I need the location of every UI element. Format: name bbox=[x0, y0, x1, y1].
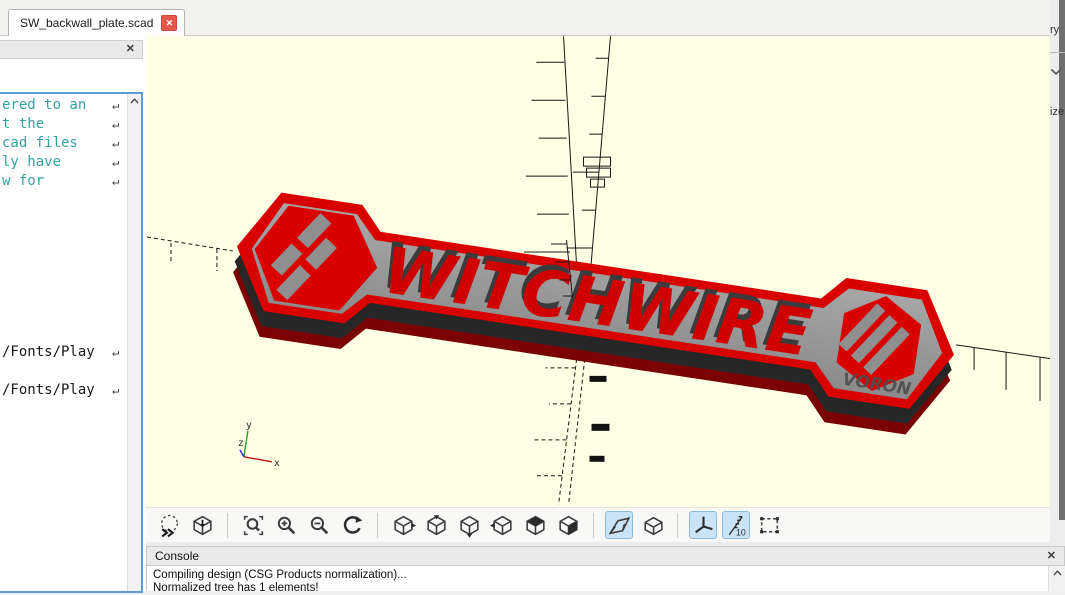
view-left-icon bbox=[490, 513, 515, 538]
toolbar-separator bbox=[677, 513, 678, 538]
end-of-line-icon: ↵ bbox=[112, 115, 119, 134]
zoom-all-icon bbox=[241, 513, 266, 538]
view-all-button[interactable] bbox=[155, 511, 183, 539]
toolbar-separator bbox=[377, 513, 378, 538]
view-orthogonal-button[interactable] bbox=[638, 511, 666, 539]
editor-code-lines[interactable]: ered to an ↵ t the ↵ cad files ↵ ly have ↵ w for… bbox=[0, 96, 127, 591]
console-line: Normalized tree has 1 elements! bbox=[153, 582, 1065, 595]
model-switchwire-plate[interactable]: WITCHWIRE WITCHWIRE VORON bbox=[224, 187, 963, 440]
editor-line-text: /Fonts/Play bbox=[2, 382, 95, 398]
editor-line[interactable]: w for ↵ bbox=[2, 172, 132, 191]
zoom-in-button[interactable] bbox=[272, 511, 300, 539]
editor-line[interactable]: ly have ↵ bbox=[2, 153, 132, 172]
editor-dock: ✕ ered to an↵t the↵cad files↵ly have↵w f… bbox=[0, 36, 146, 591]
rotate-reset-button[interactable] bbox=[338, 511, 366, 539]
svg-text:10: 10 bbox=[735, 527, 745, 537]
view-top-button[interactable] bbox=[422, 511, 450, 539]
toolbar-separator bbox=[227, 513, 228, 538]
tab-label: SW_backwall_plate.scad bbox=[20, 16, 153, 30]
view-right-button[interactable] bbox=[389, 511, 417, 539]
perspective-icon bbox=[607, 513, 632, 538]
end-of-line-icon: ↵ bbox=[112, 134, 119, 153]
show-edges-button[interactable] bbox=[755, 511, 783, 539]
view-front-button[interactable] bbox=[521, 511, 549, 539]
view-front-icon bbox=[523, 513, 548, 538]
zoom-in-icon bbox=[274, 513, 299, 538]
scale-markers-icon: 10 bbox=[724, 513, 749, 538]
scroll-up-icon[interactable] bbox=[1053, 570, 1062, 576]
reset-view-icon bbox=[190, 513, 215, 538]
axes-icon bbox=[691, 513, 716, 538]
console-close-icon[interactable]: ✕ bbox=[1047, 551, 1056, 562]
view-top-icon bbox=[424, 513, 449, 538]
gizmo-z-label: z bbox=[238, 438, 244, 449]
gizmo-y-label: y bbox=[246, 420, 252, 431]
console-title: Console bbox=[155, 549, 199, 563]
orthogonal-icon bbox=[640, 513, 665, 538]
console-lines: Compiling design (CSG Products normaliza… bbox=[153, 569, 1065, 595]
editor-line[interactable]: /Fonts/Play ↵ bbox=[2, 381, 132, 400]
origin-gizmo: x y z bbox=[238, 420, 280, 469]
zoom-all-button[interactable] bbox=[239, 511, 267, 539]
tab-sw-backwall-plate[interactable]: SW_backwall_plate.scad ✕ bbox=[8, 9, 185, 36]
view-bottom-icon bbox=[457, 513, 482, 538]
end-of-line-icon: ↵ bbox=[112, 153, 119, 172]
reset-view-button[interactable] bbox=[188, 511, 216, 539]
console-log[interactable]: Compiling design (CSG Products normaliza… bbox=[146, 566, 1065, 591]
show-scale-markers-button[interactable]: 10 bbox=[722, 511, 750, 539]
view-right-icon bbox=[391, 513, 416, 538]
end-of-line-icon: ↵ bbox=[112, 172, 119, 191]
right-panel-edge bbox=[1059, 0, 1065, 520]
console-titlebar: Console ✕ bbox=[146, 546, 1065, 566]
editor-line[interactable]: /Fonts/Play ↵ bbox=[2, 343, 132, 362]
editor-line[interactable]: t the ↵ bbox=[2, 115, 132, 134]
end-of-line-icon: ↵ bbox=[112, 343, 119, 362]
editor-line-text: ly have bbox=[2, 154, 61, 170]
editor-line-text: cad files bbox=[2, 135, 78, 151]
editor-line-text: w for bbox=[2, 173, 44, 189]
gizmo-x-label: x bbox=[274, 458, 280, 469]
toolbar-separator bbox=[593, 513, 594, 538]
console-scrollbar[interactable] bbox=[1048, 566, 1065, 591]
right-panel-separator bbox=[1050, 52, 1065, 53]
view-bottom-button[interactable] bbox=[455, 511, 483, 539]
edges-icon bbox=[757, 513, 782, 538]
editor-line[interactable]: cad files ↵ bbox=[2, 134, 132, 153]
chevron-down-icon[interactable] bbox=[1050, 68, 1062, 76]
viewport-toolbar: 10 bbox=[146, 507, 1052, 542]
editor-line[interactable]: ered to an ↵ bbox=[2, 96, 132, 115]
end-of-line-icon: ↵ bbox=[112, 96, 119, 115]
editor-line-text: t the bbox=[2, 116, 44, 132]
editor-line-text: ered to an bbox=[2, 97, 86, 113]
editor-dock-close-icon[interactable]: ✕ bbox=[126, 44, 135, 55]
render-scene: WITCHWIRE WITCHWIRE VORON x y z bbox=[146, 36, 1052, 507]
right-panel-text-top: ry bbox=[1050, 24, 1059, 36]
zoom-out-button[interactable] bbox=[305, 511, 333, 539]
right-panel-fragment: ry ize bbox=[1050, 0, 1065, 546]
view-back-button[interactable] bbox=[554, 511, 582, 539]
view-left-button[interactable] bbox=[488, 511, 516, 539]
editor-dock-titlebar: ✕ bbox=[0, 40, 143, 59]
viewport-3d[interactable]: WITCHWIRE WITCHWIRE VORON x y z bbox=[146, 36, 1052, 507]
scroll-up-icon[interactable] bbox=[130, 98, 139, 104]
editor-line-text: /Fonts/Play bbox=[2, 344, 95, 360]
view-back-icon bbox=[556, 513, 581, 538]
editor-pane[interactable]: ered to an↵t the↵cad files↵ly have↵w for… bbox=[0, 92, 143, 593]
zoom-out-icon bbox=[307, 513, 332, 538]
right-panel-text-bottom: ize bbox=[1050, 106, 1064, 118]
show-axes-button[interactable] bbox=[689, 511, 717, 539]
view-all-icon bbox=[157, 513, 182, 538]
editor-scrollbar[interactable] bbox=[127, 94, 141, 591]
tab-close-icon[interactable]: ✕ bbox=[161, 15, 177, 31]
end-of-line-icon: ↵ bbox=[112, 381, 119, 400]
view-perspective-button[interactable] bbox=[605, 511, 633, 539]
console-line: Compiling design (CSG Products normaliza… bbox=[153, 569, 1065, 582]
console-dock: Console ✕ Compiling design (CSG Products… bbox=[146, 546, 1065, 591]
tab-bar: SW_backwall_plate.scad ✕ bbox=[0, 0, 1065, 36]
rotate-reset-icon bbox=[340, 513, 365, 538]
